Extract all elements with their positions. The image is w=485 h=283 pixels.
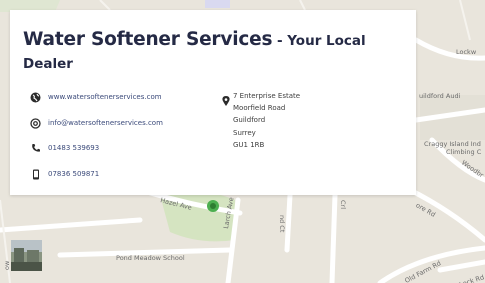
map-label-craggy-island: Craggy Island Ind [424,140,481,148]
website-row: www.watersoftenerservices.com [29,91,162,103]
address-line-4: Surrey [233,128,256,137]
mobile-icon [29,168,42,180]
phone-row: 01483 539693 [29,142,99,154]
pin-icon [222,91,230,106]
dealer-name: Water Softener Services [23,29,273,50]
map-label-lockw: Lockw [456,48,477,56]
website-link[interactable]: www.watersoftenerservices.com [48,93,162,101]
address-line-1: 7 Enterprise Estate [233,92,301,100]
map-label-crl: Crl [339,200,347,210]
address-line-5: GU1 1RB [233,140,265,149]
address-line-2: Moorfield Road [233,104,286,113]
phone-icon [29,142,42,154]
mobile-link[interactable]: 07836 509871 [48,170,99,178]
map-label-guildford-audi: uildford Audi [419,92,461,100]
email-row: info@watersoftenerservices.com [29,117,163,129]
address-lines: 7 Enterprise Estate Moorfield Road Guild… [233,90,300,151]
mobile-row: 07836 509871 [29,168,99,180]
street-view-thumbnail[interactable] [11,240,42,271]
map-label-nd-ct: nd Ct [278,215,286,233]
globe-icon [29,91,42,103]
email-link[interactable]: info@watersoftenerservices.com [48,119,163,127]
map-label-climbing: Climbing C [446,148,482,156]
dealer-title: Water Softener Services - Your Local Dea… [23,29,403,75]
phone-link[interactable]: 01483 539693 [48,144,99,152]
map-label-ow: ow [3,260,11,270]
dealer-info-card: Water Softener Services - Your Local Dea… [10,10,416,195]
address-line-3: Guildford [233,116,266,125]
at-icon [29,117,42,129]
map-label-pond-meadow-school: Pond Meadow School [116,254,185,262]
